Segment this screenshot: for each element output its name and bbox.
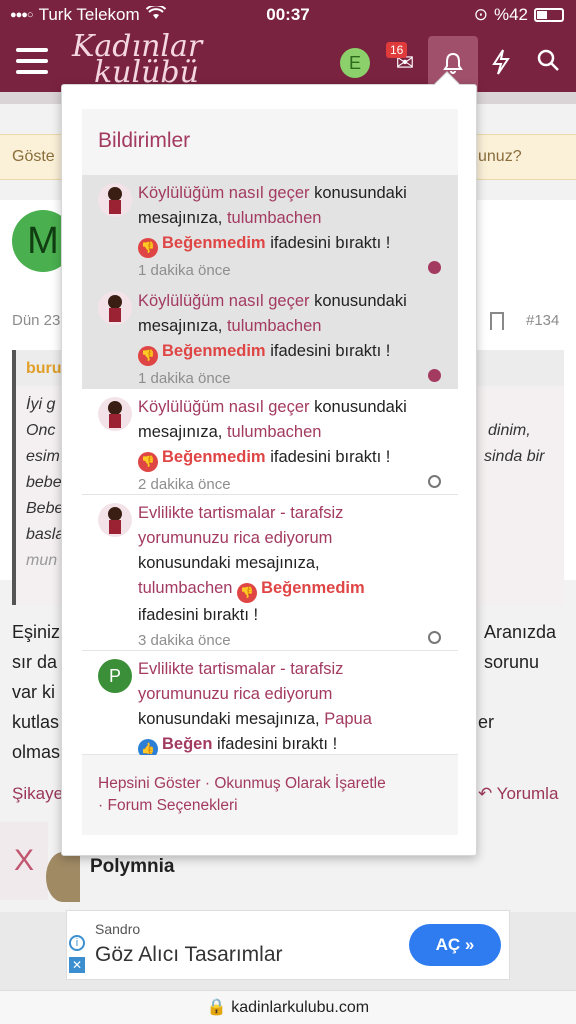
read-dot[interactable] xyxy=(428,631,441,644)
search-icon xyxy=(537,49,559,71)
status-bar: ●●●○ Turk Telekom 00:37 ⊙ %42 xyxy=(0,0,576,30)
reaction-label: Beğenmedim xyxy=(162,234,266,252)
thumbs-down-icon: 👎 xyxy=(138,452,158,472)
forum-options-link[interactable]: Forum Seçenekleri xyxy=(107,797,237,814)
post-body-line: olmas xyxy=(12,742,61,762)
user-avatar[interactable]: E xyxy=(340,48,370,78)
notification-time: 2 dakika önce xyxy=(138,476,231,493)
next-user-avatar[interactable] xyxy=(46,852,80,902)
user-avatar[interactable] xyxy=(98,291,132,325)
notice-text-right: unuz? xyxy=(478,148,522,165)
quote-line: Onc xyxy=(26,422,56,439)
thread-link[interactable]: Köylülüğüm nasıl geçer xyxy=(138,292,310,310)
notification-item[interactable]: Köylülüğüm nasıl geçer konusundaki mesaj… xyxy=(82,283,458,389)
bolt-icon xyxy=(492,49,510,75)
close-ad-button[interactable]: X xyxy=(0,822,48,900)
reply-link[interactable]: ↶ Yorumla xyxy=(478,784,558,804)
post-body-line: Eşiniz xyxy=(12,622,61,642)
inbox-badge: 16 xyxy=(386,42,408,58)
quote-line: İyi g xyxy=(26,396,56,413)
post-body-line: kutlas xyxy=(12,712,60,732)
lock-icon: 🔒 xyxy=(206,999,227,1016)
user-avatar[interactable]: P xyxy=(98,659,132,693)
post-body-line-right: er xyxy=(478,712,495,732)
thread-link[interactable]: yorumunuzu rica ediyorum xyxy=(138,685,332,703)
read-dot[interactable] xyxy=(428,475,441,488)
quote-line: basla xyxy=(26,526,65,543)
chevron-right-icon: » xyxy=(464,935,475,954)
user-link[interactable]: Papua xyxy=(324,710,372,728)
ad-open-button[interactable]: AÇ » xyxy=(409,924,501,966)
thumbs-down-icon: 👎 xyxy=(237,583,258,603)
app-header: Kadınlar kulübü E ✉ 16 xyxy=(0,30,576,92)
reaction-label: Beğenmedim xyxy=(162,448,266,466)
notification-item[interactable]: Evlilikte tartismalar - tarafsiz yorumun… xyxy=(82,495,458,651)
reaction-label: Beğen xyxy=(162,735,213,753)
unread-dot[interactable] xyxy=(428,369,441,382)
reaction-label: Beğenmedim xyxy=(261,579,365,597)
menu-icon[interactable] xyxy=(16,48,48,74)
mark-read-link[interactable]: Okunmuş Olarak İşaretle xyxy=(214,775,385,792)
thread-link[interactable]: Evlilikte tartismalar - tarafsiz xyxy=(138,504,343,522)
bookmark-icon[interactable] xyxy=(490,312,504,330)
popup-footer: Hepsini Göster · Okunmuş Olarak İşaretle… xyxy=(82,755,458,835)
ad-brand: Sandro xyxy=(95,921,141,937)
ad-headline: Göz Alıcı Tasarımlar xyxy=(95,943,283,966)
address-bar[interactable]: 🔒 kadinlarkulubu.com xyxy=(0,990,576,1024)
notification-time: 1 dakika önce xyxy=(138,262,231,279)
user-link[interactable]: tulumbachen xyxy=(138,579,232,597)
user-avatar[interactable] xyxy=(98,397,132,431)
bell-icon xyxy=(443,52,463,74)
quote-line: bebe xyxy=(26,474,62,491)
notification-time: 1 dakika önce xyxy=(138,370,231,387)
battery-icon xyxy=(534,8,564,22)
notification-item[interactable]: Köylülüğüm nasıl geçer konusundaki mesaj… xyxy=(82,175,458,283)
thread-link[interactable]: Evlilikte tartismalar - tarafsiz xyxy=(138,660,343,678)
thumbs-down-icon: 👎 xyxy=(138,346,158,366)
site-logo[interactable]: Kadınlar kulübü xyxy=(72,32,202,88)
thread-link[interactable]: Köylülüğüm nasıl geçer xyxy=(138,398,310,416)
next-username[interactable]: Polymnia xyxy=(90,856,174,878)
notification-item[interactable]: P Evlilikte tartismalar - tarafsiz yorum… xyxy=(82,651,458,759)
show-all-link[interactable]: Hepsini Göster xyxy=(98,775,201,792)
post-body-line: sır da xyxy=(12,652,58,672)
search-button[interactable] xyxy=(536,48,564,76)
user-link[interactable]: tulumbachen xyxy=(227,209,321,227)
report-link[interactable]: Şikaye xyxy=(12,784,63,804)
ad-banner[interactable]: i ✕ Sandro Göz Alıcı Tasarımlar AÇ » xyxy=(66,910,510,980)
quote-line-right: sinda bir xyxy=(484,448,545,465)
post-number[interactable]: #134 xyxy=(526,312,559,329)
user-avatar[interactable] xyxy=(98,183,132,217)
thread-link[interactable]: Köylülüğüm nasıl geçer xyxy=(138,184,310,202)
unread-dot[interactable] xyxy=(428,261,441,274)
battery-percent: %42 xyxy=(493,5,528,24)
thumbs-down-icon: 👎 xyxy=(138,238,158,258)
post-body-line-right: Aranızda xyxy=(484,622,557,642)
quote-line: esim xyxy=(26,448,60,465)
url-text: kadinlarkulubu.com xyxy=(231,999,370,1016)
notice-text-left: Göste xyxy=(12,148,55,165)
notification-time: 3 dakika önce xyxy=(138,632,231,649)
reaction-label: Beğenmedim xyxy=(162,342,266,360)
quote-line: mun xyxy=(26,552,58,569)
quote-line-right: dinim, xyxy=(488,422,531,439)
whats-new-button[interactable] xyxy=(490,48,516,78)
thread-link[interactable]: yorumunuzu rica ediyorum xyxy=(138,529,332,547)
post-body-line: var ki xyxy=(12,682,56,702)
user-avatar[interactable] xyxy=(98,503,132,537)
user-link[interactable]: tulumbachen xyxy=(227,317,321,335)
popup-title: Bildirimler xyxy=(98,129,191,152)
quote-line: Bebe xyxy=(26,500,64,517)
notification-item[interactable]: Köylülüğüm nasıl geçer konusundaki mesaj… xyxy=(82,389,458,495)
close-icon[interactable]: ✕ xyxy=(69,957,85,973)
post-body-line-right: sorunu xyxy=(484,652,540,672)
user-link[interactable]: tulumbachen xyxy=(227,423,321,441)
post-date[interactable]: Dün 23 xyxy=(12,312,60,329)
reply-label: Yorumla xyxy=(496,784,559,803)
inbox-button[interactable]: ✉ 16 xyxy=(386,42,420,78)
orientation-lock-icon: ⊙ xyxy=(473,5,488,24)
info-icon[interactable]: i xyxy=(69,935,85,951)
notifications-popup: Bildirimler Köylülüğüm nasıl geçer konus… xyxy=(61,71,477,856)
